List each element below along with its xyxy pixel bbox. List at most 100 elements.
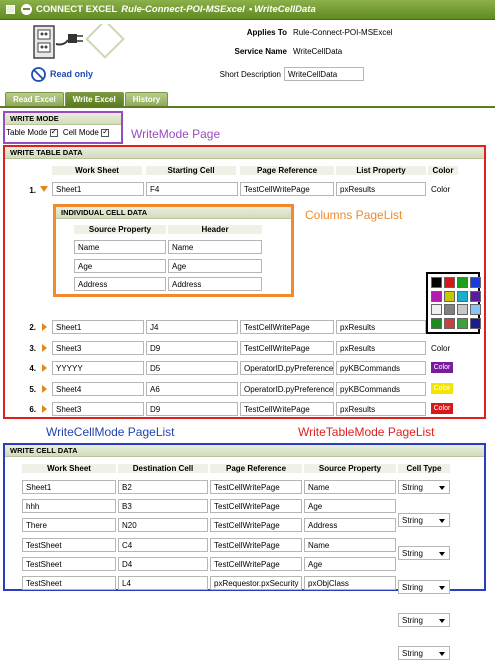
work-sheet-field[interactable]: TestSheet	[22, 576, 116, 590]
cell-mode-checkbox[interactable]	[101, 127, 110, 137]
palette-swatch[interactable]	[457, 317, 468, 329]
destination-cell-field[interactable]: N20	[118, 518, 208, 533]
table-mode-checkbox[interactable]	[49, 127, 58, 137]
header-field[interactable]: Age	[168, 259, 262, 273]
page-reference-field[interactable]: TestCellWritePage	[240, 341, 334, 355]
starting-cell-field[interactable]: D5	[146, 361, 238, 375]
source-property-field[interactable]: Name	[304, 537, 396, 552]
starting-cell-field[interactable]: D9	[146, 341, 238, 355]
columns-pagelist-annotation: Columns PageList	[305, 208, 403, 222]
work-sheet-field[interactable]: TestSheet	[22, 556, 116, 571]
expand-right-icon[interactable]	[42, 323, 47, 331]
palette-swatch[interactable]	[431, 290, 442, 302]
cell-type-select[interactable]: String	[398, 480, 450, 494]
starting-cell-field[interactable]: D9	[146, 402, 238, 416]
color-swatch[interactable]: Color	[431, 383, 453, 394]
starting-cell-field[interactable]: J4	[146, 320, 238, 334]
tab-write-excel[interactable]: Write Excel	[64, 92, 124, 106]
header-field[interactable]: Address	[168, 277, 262, 291]
expand-right-icon[interactable]	[42, 405, 47, 413]
source-property-field[interactable]: pxObjClass	[304, 576, 396, 590]
page-reference-field[interactable]: TestCellWritePage	[240, 320, 334, 334]
list-property-field[interactable]: pxResults	[336, 341, 426, 355]
page-reference-field[interactable]: TestCellWritePage	[210, 499, 302, 514]
cell-type-select[interactable]: String	[398, 546, 450, 561]
color-swatch[interactable]: Color	[431, 362, 453, 373]
work-sheet-field[interactable]: There	[22, 518, 116, 533]
source-property-field[interactable]: Name	[304, 480, 396, 494]
color-swatch[interactable]: Color	[431, 403, 453, 414]
source-property-field[interactable]: Age	[74, 259, 166, 273]
cell-type-select[interactable]: String	[398, 513, 450, 528]
work-sheet-field[interactable]: YYYYY	[52, 361, 144, 375]
palette-swatch[interactable]	[444, 304, 455, 315]
select-checkbox[interactable]	[6, 5, 15, 14]
source-property-field[interactable]: Age	[304, 499, 396, 514]
list-property-field[interactable]: pxResults	[336, 320, 426, 334]
palette-swatch[interactable]	[470, 304, 481, 315]
work-sheet-field[interactable]: Sheet1	[22, 480, 116, 494]
palette-swatch[interactable]	[431, 277, 442, 288]
palette-swatch[interactable]	[431, 317, 442, 329]
cell-type-select[interactable]: String	[398, 612, 450, 627]
destination-cell-field[interactable]: B2	[118, 480, 208, 494]
list-property-field[interactable]: pyKBCommands	[336, 382, 426, 396]
work-sheet-field[interactable]: TestSheet	[22, 537, 116, 552]
palette-swatch[interactable]	[444, 317, 455, 329]
write-table-header: WRITE TABLE DATA	[5, 147, 484, 159]
work-sheet-field[interactable]: Sheet1	[52, 182, 144, 196]
page-reference-field[interactable]: TestCellWritePage	[210, 518, 302, 533]
palette-swatch[interactable]	[444, 290, 455, 302]
source-property-field[interactable]: Name	[74, 240, 166, 254]
tab-bar: Read Excel Write Excel History	[5, 92, 169, 106]
destination-cell-field[interactable]: C4	[118, 537, 208, 552]
palette-swatch[interactable]	[470, 290, 481, 302]
page-reference-field[interactable]: OperatorID.pyPreference	[240, 361, 334, 375]
destination-cell-field[interactable]: D4	[118, 556, 208, 571]
palette-swatch[interactable]	[457, 277, 468, 288]
palette-swatch[interactable]	[431, 304, 442, 315]
source-property-field[interactable]: Address	[304, 518, 396, 533]
page-reference-field[interactable]: TestCellWritePage	[240, 402, 334, 416]
color-label[interactable]: Color	[431, 185, 450, 194]
expand-down-icon[interactable]	[40, 186, 48, 192]
writemode-page-annotation: WriteMode Page	[131, 127, 221, 141]
work-sheet-field[interactable]: Sheet3	[52, 402, 144, 416]
list-property-field[interactable]: pxResults	[336, 402, 426, 416]
list-property-field[interactable]: pyKBCommands	[336, 361, 426, 375]
source-property-field[interactable]: Address	[74, 277, 166, 291]
color-label[interactable]: Color	[431, 344, 450, 353]
palette-swatch[interactable]	[457, 290, 468, 302]
header-field[interactable]: Name	[168, 240, 262, 254]
cell-type-select[interactable]: String	[398, 579, 450, 594]
page-reference-field[interactable]: OperatorID.pyPreference	[240, 382, 334, 396]
palette-swatch[interactable]	[470, 277, 481, 288]
work-sheet-field[interactable]: Sheet4	[52, 382, 144, 396]
work-sheet-field[interactable]: Sheet1	[52, 320, 144, 334]
palette-swatch[interactable]	[470, 317, 481, 329]
page-reference-field[interactable]: TestCellWritePage	[210, 537, 302, 552]
expand-right-icon[interactable]	[42, 364, 47, 372]
destination-cell-field[interactable]: L4	[118, 576, 208, 590]
list-property-field[interactable]: pxResults	[336, 182, 426, 196]
destination-cell-field[interactable]: B3	[118, 499, 208, 514]
palette-swatch[interactable]	[457, 304, 468, 315]
starting-cell-field[interactable]: A6	[146, 382, 238, 396]
page-reference-field[interactable]: pxRequestor.pxSecurity	[210, 576, 302, 590]
palette-swatch[interactable]	[444, 277, 455, 288]
tab-read-excel[interactable]: Read Excel	[5, 92, 64, 106]
short-description-field[interactable]: WriteCellData	[284, 67, 364, 81]
starting-cell-field[interactable]: F4	[146, 182, 238, 196]
page-reference-field[interactable]: TestCellWritePage	[210, 480, 302, 494]
expand-right-icon[interactable]	[42, 385, 47, 393]
expand-right-icon[interactable]	[42, 344, 47, 352]
write-mode-section: WRITE MODE Table Mode Cell Mode	[3, 111, 123, 144]
page-reference-field[interactable]: TestCellWritePage	[240, 182, 334, 196]
work-sheet-field[interactable]: hhh	[22, 499, 116, 514]
page-reference-field[interactable]: TestCellWritePage	[210, 556, 302, 571]
cell-type-select[interactable]: String	[398, 646, 450, 660]
work-sheet-field[interactable]: Sheet3	[52, 341, 144, 355]
source-property-field[interactable]: Age	[304, 556, 396, 571]
tab-history[interactable]: History	[124, 92, 169, 106]
title-name: WriteCellData	[254, 4, 316, 15]
